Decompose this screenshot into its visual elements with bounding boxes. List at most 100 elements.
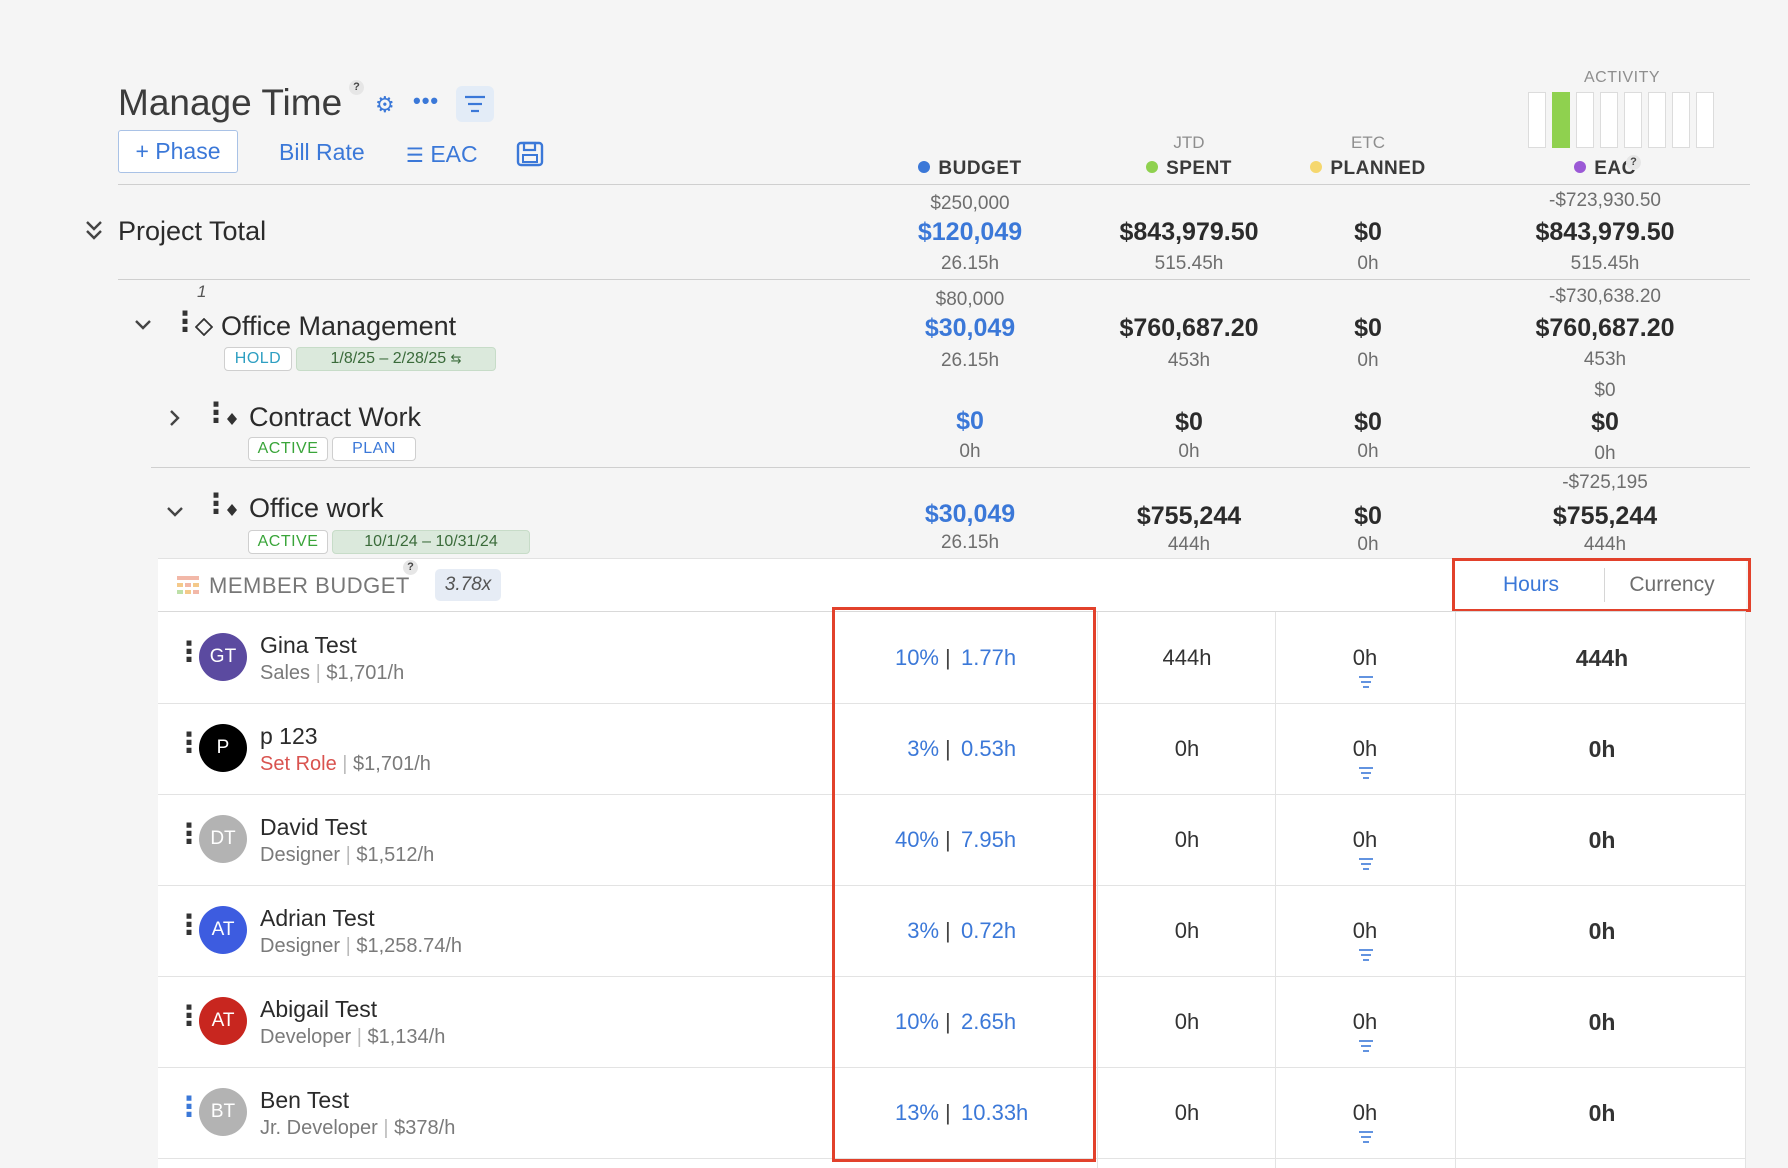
member-name[interactable]: Gina Test xyxy=(260,632,357,659)
contract-work-diamond-icon xyxy=(226,412,238,431)
avatar[interactable]: GT xyxy=(199,633,247,681)
planned-stack-icon[interactable] xyxy=(1357,1038,1373,1052)
activity-label: ACTIVITY xyxy=(1584,69,1661,86)
contract-work-budget-hours: 0h xyxy=(959,441,981,462)
member-planned: 0h xyxy=(1352,1100,1378,1125)
activity-bar xyxy=(1648,92,1666,148)
member-rate: $1,701/h xyxy=(326,662,405,684)
column-planned-sub: ETC xyxy=(1351,133,1385,152)
member-role: Developer xyxy=(260,1026,352,1048)
member-name[interactable]: Ben Test xyxy=(260,1087,349,1114)
office-work-eac: $755,244 xyxy=(1552,502,1658,530)
collapse-all-icon[interactable] xyxy=(84,218,104,248)
member-budget-table-icon xyxy=(177,576,199,599)
list-icon: ☰ xyxy=(406,145,424,167)
office-work-status-badge[interactable]: ACTIVE xyxy=(248,530,328,554)
member-spent: 0h xyxy=(1174,918,1200,943)
contract-work-planned-hours: 0h xyxy=(1357,441,1379,462)
planned-stack-icon[interactable] xyxy=(1357,856,1373,870)
project-spent-hours: 515.45h xyxy=(1154,253,1224,274)
add-phase-button[interactable]: + Phase xyxy=(118,130,238,173)
column-planned[interactable]: PLANNED xyxy=(1298,158,1438,180)
planned-stack-icon[interactable] xyxy=(1357,765,1373,779)
project-eac: $843,979.50 xyxy=(1535,218,1675,246)
member-role: Designer xyxy=(260,844,341,866)
eac-dot xyxy=(1574,161,1587,173)
contract-work-spent: $0 xyxy=(1175,408,1203,436)
member-rate: $1,258.74/h xyxy=(356,935,463,957)
column-budget[interactable]: BUDGET xyxy=(900,158,1040,180)
member-eac: 0h xyxy=(1588,1100,1616,1126)
phase-budget[interactable]: $30,049 xyxy=(880,314,1060,343)
contract-work-name[interactable]: Contract Work xyxy=(249,402,421,433)
member-budget-help-icon[interactable]: ? xyxy=(403,560,418,575)
member-name[interactable]: Adrian Test xyxy=(260,905,375,932)
column-divider xyxy=(1275,612,1276,1168)
office-work-spent-hours: 444h xyxy=(1167,534,1211,555)
avatar[interactable]: P xyxy=(199,724,247,772)
contract-work-status-badge[interactable]: ACTIVE xyxy=(248,437,328,461)
phase-index: 1 xyxy=(197,282,207,301)
member-role[interactable]: Set Role xyxy=(260,753,337,775)
phase-status-badge[interactable]: HOLD xyxy=(224,347,292,371)
chevron-down-icon[interactable] xyxy=(166,505,184,524)
filter-button[interactable] xyxy=(456,86,494,122)
gear-icon[interactable]: ⚙ xyxy=(375,90,395,120)
eac-link-label: EAC xyxy=(430,141,478,167)
divider xyxy=(118,279,1750,280)
project-budget[interactable]: $120,049 xyxy=(880,218,1060,247)
column-spent[interactable]: SPENT xyxy=(1129,158,1249,180)
chevron-down-icon[interactable] xyxy=(134,318,152,337)
avatar[interactable]: AT xyxy=(199,997,247,1045)
member-eac: 0h xyxy=(1588,918,1616,944)
budget-dot xyxy=(918,161,931,173)
eac-help-icon[interactable]: ? xyxy=(1626,155,1641,170)
save-icon[interactable] xyxy=(515,140,545,173)
member-rate: $1,134/h xyxy=(367,1026,446,1048)
project-budget-top: $250,000 xyxy=(930,193,1010,214)
rate-multiplier-badge[interactable]: 3.78x xyxy=(435,569,501,601)
avatar[interactable]: BT xyxy=(199,1088,247,1136)
planned-stack-icon[interactable] xyxy=(1357,674,1373,688)
office-work-budget[interactable]: $30,049 xyxy=(880,500,1060,529)
project-eac-hours: 515.45h xyxy=(1570,253,1640,274)
member-spent: 0h xyxy=(1174,1100,1200,1125)
more-options-icon[interactable]: ••• xyxy=(413,86,439,116)
office-work-name[interactable]: Office work xyxy=(249,493,384,524)
project-spent: $843,979.50 xyxy=(1119,218,1259,246)
column-divider xyxy=(1097,612,1098,1168)
bill-rate-link[interactable]: Bill Rate xyxy=(279,139,365,166)
project-planned-hours: 0h xyxy=(1357,253,1379,274)
contract-work-budget[interactable]: $0 xyxy=(900,407,1040,436)
member-role-rate: Designer | $1,512/h xyxy=(260,844,435,866)
phase-name[interactable]: Office Management xyxy=(221,311,456,342)
member-planned: 0h xyxy=(1352,1009,1378,1034)
reschedule-icon: ⇆ xyxy=(450,351,462,366)
phase-budget-hours: 26.15h xyxy=(940,350,1000,371)
member-budget-label: MEMBER BUDGET xyxy=(209,573,410,598)
eac-link[interactable]: ☰ EAC xyxy=(406,141,478,168)
member-name[interactable]: p 123 xyxy=(260,723,318,750)
planned-dot xyxy=(1310,161,1323,173)
office-work-date-range[interactable]: 10/1/24 – 10/31/24 xyxy=(332,530,530,554)
planned-stack-icon[interactable] xyxy=(1357,1129,1373,1143)
member-planned: 0h xyxy=(1352,918,1378,943)
column-spent-sub: JTD xyxy=(1173,133,1205,152)
contract-work-plan-badge[interactable]: PLAN xyxy=(332,437,416,461)
phase-date-range[interactable]: 1/8/25 – 2/28/25 ⇆ xyxy=(296,347,496,371)
activity-bar xyxy=(1528,92,1546,148)
member-spent: 444h xyxy=(1162,645,1212,670)
planned-stack-icon[interactable] xyxy=(1357,947,1373,961)
column-divider xyxy=(1745,612,1746,1168)
phase-date-text: 1/8/25 – 2/28/25 xyxy=(330,350,447,367)
member-rate: $1,512/h xyxy=(356,844,435,866)
member-name[interactable]: David Test xyxy=(260,814,367,841)
avatar[interactable]: DT xyxy=(199,815,247,863)
avatar[interactable]: AT xyxy=(199,906,247,954)
column-eac[interactable]: EAC xyxy=(1545,158,1665,180)
chevron-right-icon[interactable] xyxy=(168,409,182,432)
budget-column-highlight-box xyxy=(832,607,1096,1162)
office-work-spent: $755,244 xyxy=(1136,502,1242,530)
member-name[interactable]: Abigail Test xyxy=(260,996,377,1023)
help-icon[interactable]: ? xyxy=(349,80,364,95)
